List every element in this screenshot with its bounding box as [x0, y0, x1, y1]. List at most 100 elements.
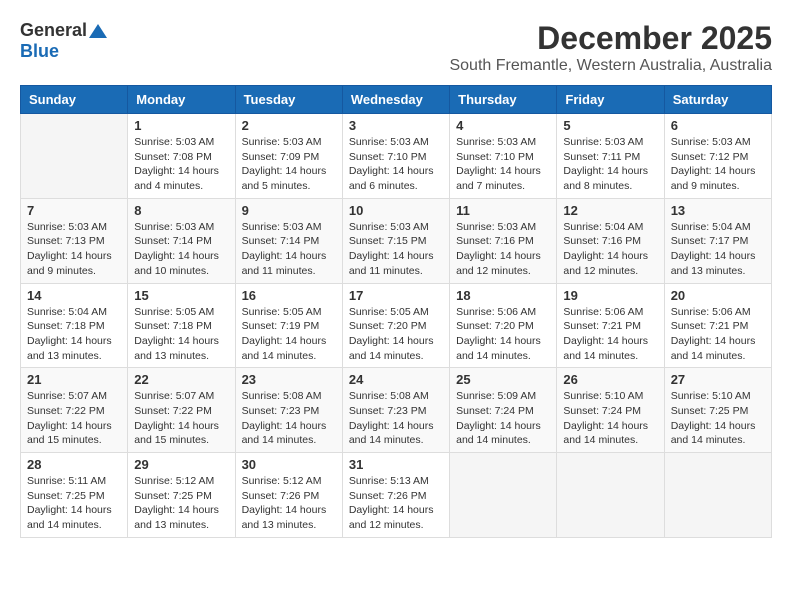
calendar-cell: 14 Sunrise: 5:04 AM Sunset: 7:18 PM Dayli… [21, 283, 128, 368]
day-number: 24 [349, 372, 443, 387]
calendar-week-row: 21Sunrise: 5:07 AM Sunset: 7:22 PM Dayli… [21, 368, 772, 453]
title-section: December 2025 South Fremantle, Western A… [449, 20, 772, 75]
day-info: Sunrise: 5:12 AM Sunset: 7:26 PM Dayligh… [242, 474, 336, 533]
day-number: 18 [456, 288, 550, 303]
calendar-cell: 18 Sunrise: 5:06 AM Sunset: 7:20 PM Dayli… [450, 283, 557, 368]
calendar-cell: 2Sunrise: 5:03 AM Sunset: 7:09 PM Daylig… [235, 114, 342, 199]
weekday-header-saturday: Saturday [664, 86, 771, 114]
day-info: Sunrise: 5:03 AM Sunset: 7:14 PM Dayligh… [242, 220, 336, 279]
calendar-cell [21, 114, 128, 199]
day-number: 14 [27, 288, 121, 303]
day-number: 23 [242, 372, 336, 387]
calendar-cell: 17 Sunrise: 5:05 AM Sunset: 7:20 PM Dayli… [342, 283, 449, 368]
day-info: Sunrise: 5:06 AM Sunset: 7:20 PM Dayligh… [456, 305, 550, 364]
calendar-week-row: 1 Sunrise: 5:03 AM Sunset: 7:08 PM Daylig… [21, 114, 772, 199]
day-info: Sunrise: 5:03 AM Sunset: 7:15 PM Dayligh… [349, 220, 443, 279]
day-info: Sunrise: 5:10 AM Sunset: 7:25 PM Dayligh… [671, 389, 765, 448]
weekday-header-tuesday: Tuesday [235, 86, 342, 114]
day-number: 8 [134, 203, 228, 218]
calendar-header: SundayMondayTuesdayWednesdayThursdayFrid… [21, 86, 772, 114]
weekday-header-friday: Friday [557, 86, 664, 114]
weekday-header-row: SundayMondayTuesdayWednesdayThursdayFrid… [21, 86, 772, 114]
day-info: Sunrise: 5:12 AM Sunset: 7:25 PM Dayligh… [134, 474, 228, 533]
logo-triangle-icon [89, 22, 107, 40]
day-info: Sunrise: 5:10 AM Sunset: 7:24 PM Dayligh… [563, 389, 657, 448]
calendar-cell: 21Sunrise: 5:07 AM Sunset: 7:22 PM Dayli… [21, 368, 128, 453]
day-info: Sunrise: 5:07 AM Sunset: 7:22 PM Dayligh… [134, 389, 228, 448]
day-number: 26 [563, 372, 657, 387]
logo-general-text: General [20, 20, 87, 41]
day-number: 30 [242, 457, 336, 472]
calendar-cell: 19Sunrise: 5:06 AM Sunset: 7:21 PM Dayli… [557, 283, 664, 368]
calendar-cell: 13 Sunrise: 5:04 AM Sunset: 7:17 PM Dayli… [664, 198, 771, 283]
calendar-cell: 10 Sunrise: 5:03 AM Sunset: 7:15 PM Dayli… [342, 198, 449, 283]
calendar-cell: 30 Sunrise: 5:12 AM Sunset: 7:26 PM Dayli… [235, 453, 342, 538]
day-info: Sunrise: 5:08 AM Sunset: 7:23 PM Dayligh… [349, 389, 443, 448]
day-number: 4 [456, 118, 550, 133]
logo-blue-text: Blue [20, 41, 59, 61]
calendar-cell: 15Sunrise: 5:05 AM Sunset: 7:18 PM Dayli… [128, 283, 235, 368]
day-info: Sunrise: 5:05 AM Sunset: 7:20 PM Dayligh… [349, 305, 443, 364]
weekday-header-wednesday: Wednesday [342, 86, 449, 114]
calendar-cell: 3Sunrise: 5:03 AM Sunset: 7:10 PM Daylig… [342, 114, 449, 199]
day-info: Sunrise: 5:06 AM Sunset: 7:21 PM Dayligh… [671, 305, 765, 364]
day-info: Sunrise: 5:03 AM Sunset: 7:13 PM Dayligh… [27, 220, 121, 279]
weekday-header-monday: Monday [128, 86, 235, 114]
calendar-cell: 22 Sunrise: 5:07 AM Sunset: 7:22 PM Dayli… [128, 368, 235, 453]
calendar-cell: 11 Sunrise: 5:03 AM Sunset: 7:16 PM Dayli… [450, 198, 557, 283]
day-info: Sunrise: 5:04 AM Sunset: 7:17 PM Dayligh… [671, 220, 765, 279]
calendar-cell: 5Sunrise: 5:03 AM Sunset: 7:11 PM Daylig… [557, 114, 664, 199]
day-info: Sunrise: 5:03 AM Sunset: 7:10 PM Dayligh… [456, 135, 550, 194]
day-info: Sunrise: 5:08 AM Sunset: 7:23 PM Dayligh… [242, 389, 336, 448]
day-info: Sunrise: 5:03 AM Sunset: 7:14 PM Dayligh… [134, 220, 228, 279]
day-number: 1 [134, 118, 228, 133]
day-number: 20 [671, 288, 765, 303]
calendar-cell: 9Sunrise: 5:03 AM Sunset: 7:14 PM Daylig… [235, 198, 342, 283]
calendar-cell: 12Sunrise: 5:04 AM Sunset: 7:16 PM Dayli… [557, 198, 664, 283]
calendar-cell [450, 453, 557, 538]
day-number: 10 [349, 203, 443, 218]
month-title: December 2025 [449, 20, 772, 57]
weekday-header-thursday: Thursday [450, 86, 557, 114]
calendar-cell: 27Sunrise: 5:10 AM Sunset: 7:25 PM Dayli… [664, 368, 771, 453]
day-info: Sunrise: 5:05 AM Sunset: 7:19 PM Dayligh… [242, 305, 336, 364]
calendar-week-row: 28 Sunrise: 5:11 AM Sunset: 7:25 PM Dayli… [21, 453, 772, 538]
logo: General Blue [20, 20, 107, 62]
day-info: Sunrise: 5:11 AM Sunset: 7:25 PM Dayligh… [27, 474, 121, 533]
day-number: 16 [242, 288, 336, 303]
day-info: Sunrise: 5:04 AM Sunset: 7:18 PM Dayligh… [27, 305, 121, 364]
calendar-cell: 26 Sunrise: 5:10 AM Sunset: 7:24 PM Dayli… [557, 368, 664, 453]
calendar-cell: 1 Sunrise: 5:03 AM Sunset: 7:08 PM Daylig… [128, 114, 235, 199]
day-number: 11 [456, 203, 550, 218]
day-number: 7 [27, 203, 121, 218]
day-number: 3 [349, 118, 443, 133]
calendar-cell: 28 Sunrise: 5:11 AM Sunset: 7:25 PM Dayli… [21, 453, 128, 538]
calendar-cell: 23 Sunrise: 5:08 AM Sunset: 7:23 PM Dayli… [235, 368, 342, 453]
day-number: 28 [27, 457, 121, 472]
calendar-week-row: 7 Sunrise: 5:03 AM Sunset: 7:13 PM Daylig… [21, 198, 772, 283]
calendar-cell: 8 Sunrise: 5:03 AM Sunset: 7:14 PM Daylig… [128, 198, 235, 283]
calendar-cell: 29Sunrise: 5:12 AM Sunset: 7:25 PM Dayli… [128, 453, 235, 538]
day-info: Sunrise: 5:03 AM Sunset: 7:08 PM Dayligh… [134, 135, 228, 194]
day-info: Sunrise: 5:09 AM Sunset: 7:24 PM Dayligh… [456, 389, 550, 448]
calendar-cell: 20 Sunrise: 5:06 AM Sunset: 7:21 PM Dayli… [664, 283, 771, 368]
location-title: South Fremantle, Western Australia, Aust… [449, 57, 772, 75]
day-info: Sunrise: 5:04 AM Sunset: 7:16 PM Dayligh… [563, 220, 657, 279]
weekday-header-sunday: Sunday [21, 86, 128, 114]
day-info: Sunrise: 5:06 AM Sunset: 7:21 PM Dayligh… [563, 305, 657, 364]
day-number: 17 [349, 288, 443, 303]
day-info: Sunrise: 5:03 AM Sunset: 7:12 PM Dayligh… [671, 135, 765, 194]
day-info: Sunrise: 5:03 AM Sunset: 7:09 PM Dayligh… [242, 135, 336, 194]
calendar-cell: 24 Sunrise: 5:08 AM Sunset: 7:23 PM Dayli… [342, 368, 449, 453]
day-number: 5 [563, 118, 657, 133]
day-info: Sunrise: 5:07 AM Sunset: 7:22 PM Dayligh… [27, 389, 121, 448]
calendar-cell: 31Sunrise: 5:13 AM Sunset: 7:26 PM Dayli… [342, 453, 449, 538]
day-number: 22 [134, 372, 228, 387]
day-number: 13 [671, 203, 765, 218]
calendar-table: SundayMondayTuesdayWednesdayThursdayFrid… [20, 85, 772, 538]
calendar-week-row: 14 Sunrise: 5:04 AM Sunset: 7:18 PM Dayli… [21, 283, 772, 368]
day-info: Sunrise: 5:03 AM Sunset: 7:16 PM Dayligh… [456, 220, 550, 279]
day-number: 31 [349, 457, 443, 472]
day-number: 6 [671, 118, 765, 133]
calendar-cell: 25Sunrise: 5:09 AM Sunset: 7:24 PM Dayli… [450, 368, 557, 453]
